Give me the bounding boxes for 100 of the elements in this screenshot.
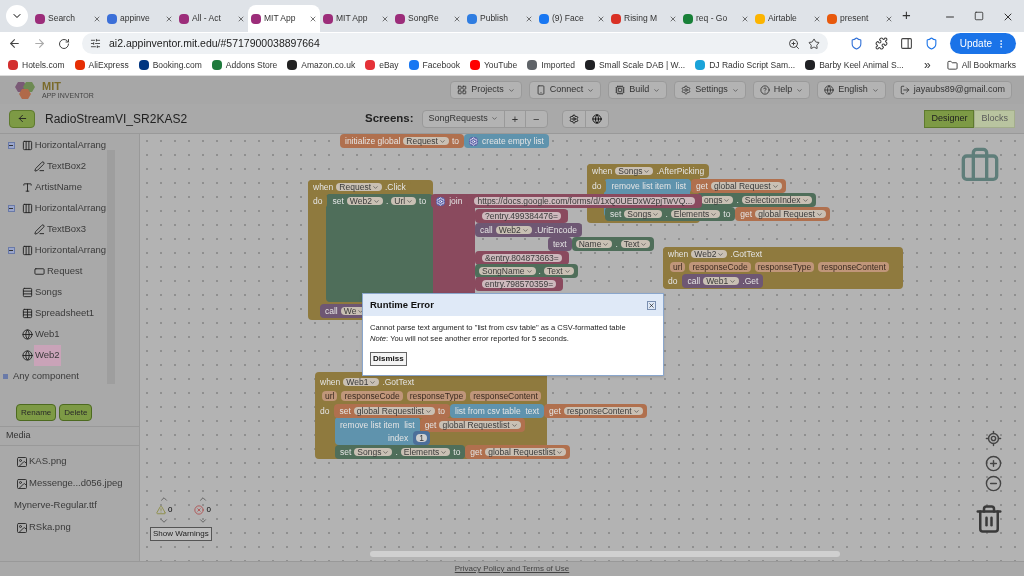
bookmark[interactable]: Amazon.co.uk — [287, 58, 356, 72]
menu-button[interactable]: Connect — [528, 81, 602, 99]
zoom-in-icon[interactable] — [985, 455, 1002, 472]
browser-tab[interactable]: Publish — [464, 5, 536, 32]
text-literal[interactable]: &entry.804873663= — [482, 253, 562, 263]
text-literal[interactable]: entry.798570359= — [482, 279, 557, 289]
gear-icon[interactable] — [469, 136, 479, 146]
bookmark[interactable]: Hotels.com — [8, 58, 65, 72]
block-dropdown[interactable]: Web1 — [703, 276, 740, 286]
menu-button[interactable]: Help — [752, 81, 811, 99]
code-block[interactable]: call Web1 .Get — [682, 274, 764, 288]
screen-select[interactable]: SongRequests — [422, 110, 505, 127]
component-item[interactable]: HorizontalArrang — [33, 243, 107, 258]
code-block[interactable]: entry.798570359= — [475, 277, 564, 291]
bookmark-star-icon[interactable] — [807, 37, 820, 50]
address-bar[interactable]: ai2.appinventor.mit.edu/#5717900038897664 — [82, 33, 828, 54]
bookmark[interactable]: Barby Keel Animal S... — [805, 58, 904, 72]
component-item[interactable]: HorizontalArrang — [33, 201, 107, 216]
bookmark[interactable]: DJ Radio Script Sam... — [695, 58, 796, 72]
gear-icon[interactable] — [436, 196, 446, 206]
component-item[interactable]: HorizontalArrang — [33, 138, 107, 153]
code-block[interactable]: set global Requestlist to — [334, 404, 450, 418]
view-toggle[interactable]: Blocks — [974, 109, 1015, 128]
browser-tab[interactable]: MIT App — [320, 5, 392, 32]
browser-tab[interactable]: MIT App — [248, 5, 320, 32]
block-dropdown[interactable]: responseContent — [563, 406, 643, 416]
code-block[interactable]: get responseContent — [544, 404, 647, 418]
shield-icon[interactable] — [849, 37, 863, 50]
code-block[interactable]: initialize global Request to — [340, 134, 465, 148]
code-block[interactable]: get global Request — [691, 179, 786, 193]
media-file[interactable]: Messenge...d056.jpeg — [29, 475, 123, 490]
block-dropdown[interactable]: Text — [543, 266, 574, 276]
dismiss-button[interactable]: Dismiss — [370, 352, 407, 366]
next-icon[interactable] — [197, 516, 208, 526]
zoom-icon[interactable] — [787, 37, 800, 50]
block-dropdown[interactable]: Songs — [615, 166, 654, 176]
browser-tab[interactable]: appinve — [104, 5, 176, 32]
code-block[interactable]: when Songs .AfterPicking — [587, 164, 710, 178]
code-block[interactable]: &entry.804873663= — [475, 251, 569, 265]
back-icon[interactable] — [8, 37, 21, 50]
text-literal[interactable]: https://docs.google.com/forms/d/1xQ0UEDxW2pjTwVQ... — [474, 196, 696, 206]
block-dropdown[interactable]: SelectionIndex — [741, 195, 812, 205]
component-action-button[interactable]: Rename — [16, 404, 57, 421]
block-dropdown[interactable]: Elements — [670, 209, 721, 219]
menu-button[interactable]: English — [817, 81, 886, 99]
update-button[interactable]: Update — [949, 33, 1016, 54]
browser-tab[interactable]: req - Go — [680, 5, 752, 32]
component-item[interactable]: ArtistName — [34, 180, 83, 195]
block-dropdown[interactable]: global Request — [710, 181, 782, 191]
browser-tab[interactable]: Search — [32, 5, 104, 32]
side-panel-icon[interactable] — [899, 37, 913, 50]
block-dropdown[interactable]: Elements — [400, 447, 451, 457]
more-bookmarks-button[interactable]: » — [924, 56, 931, 74]
browser-tab[interactable]: Airtable — [752, 5, 824, 32]
menu-button[interactable]: Projects — [450, 81, 522, 99]
block-dropdown[interactable]: Web2 — [346, 196, 383, 206]
trash-icon[interactable] — [974, 504, 1004, 534]
block-dropdown[interactable]: ongs — [701, 195, 734, 205]
block-dropdown[interactable]: Name — [575, 239, 613, 249]
tab-search-button[interactable] — [6, 5, 28, 27]
text-literal[interactable]: ?entry.499384476= — [482, 211, 561, 221]
close-button[interactable] — [647, 300, 656, 310]
code-block[interactable]: get global Request — [735, 207, 830, 221]
block-dropdown[interactable]: global Requestlist — [485, 447, 567, 457]
previous-icon[interactable] — [197, 494, 208, 504]
center-icon[interactable] — [985, 430, 1002, 447]
shield-icon[interactable] — [924, 37, 938, 50]
block-dropdown[interactable]: global Request — [755, 209, 826, 219]
any-component-item[interactable]: Any component — [13, 369, 79, 384]
block-dropdown[interactable]: Web1 — [343, 377, 380, 387]
menu-button[interactable]: Build — [608, 81, 668, 99]
extensions-icon[interactable] — [874, 37, 888, 50]
privacy-link[interactable]: Privacy Policy and Terms of Use — [454, 563, 570, 575]
block-dropdown[interactable]: Web2 — [691, 249, 728, 259]
close-icon[interactable] — [1002, 11, 1014, 23]
media-file[interactable]: KAS.png — [29, 453, 67, 468]
code-block[interactable]: set Songs . Elements to — [605, 207, 736, 221]
media-file[interactable]: RSka.png — [29, 519, 71, 534]
bookmark[interactable]: Imported — [527, 58, 575, 72]
code-block[interactable]: call Web2 .UriEncode — [475, 223, 582, 237]
view-toggle[interactable]: Designer — [924, 109, 975, 128]
code-block[interactable]: get global Requestlist — [419, 418, 525, 432]
new-tab-button[interactable]: + — [902, 3, 911, 26]
component-item[interactable]: TextBox3 — [46, 222, 88, 237]
forward-icon[interactable] — [33, 37, 46, 50]
bookmark[interactable]: Small Scale DAB | W... — [584, 58, 686, 72]
browser-tab[interactable]: Rising M — [608, 5, 680, 32]
code-block[interactable]: text — [548, 237, 572, 251]
restore-icon[interactable] — [974, 11, 984, 21]
show-warnings-button[interactable]: Show Warnings — [150, 527, 212, 541]
back-button[interactable] — [9, 109, 35, 128]
block-dropdown[interactable]: Web2 — [495, 225, 532, 235]
zoom-out-icon[interactable] — [985, 475, 1002, 492]
block-dropdown[interactable]: Text — [620, 239, 651, 249]
block-dropdown[interactable]: Songs — [354, 447, 393, 457]
component-action-button[interactable]: Delete — [59, 404, 93, 421]
block-dropdown[interactable]: Url — [391, 196, 417, 206]
bookmark[interactable]: AliExpress — [74, 58, 129, 72]
code-block[interactable]: SongName . Text — [475, 264, 578, 278]
browser-tab[interactable]: SongRe — [392, 5, 464, 32]
